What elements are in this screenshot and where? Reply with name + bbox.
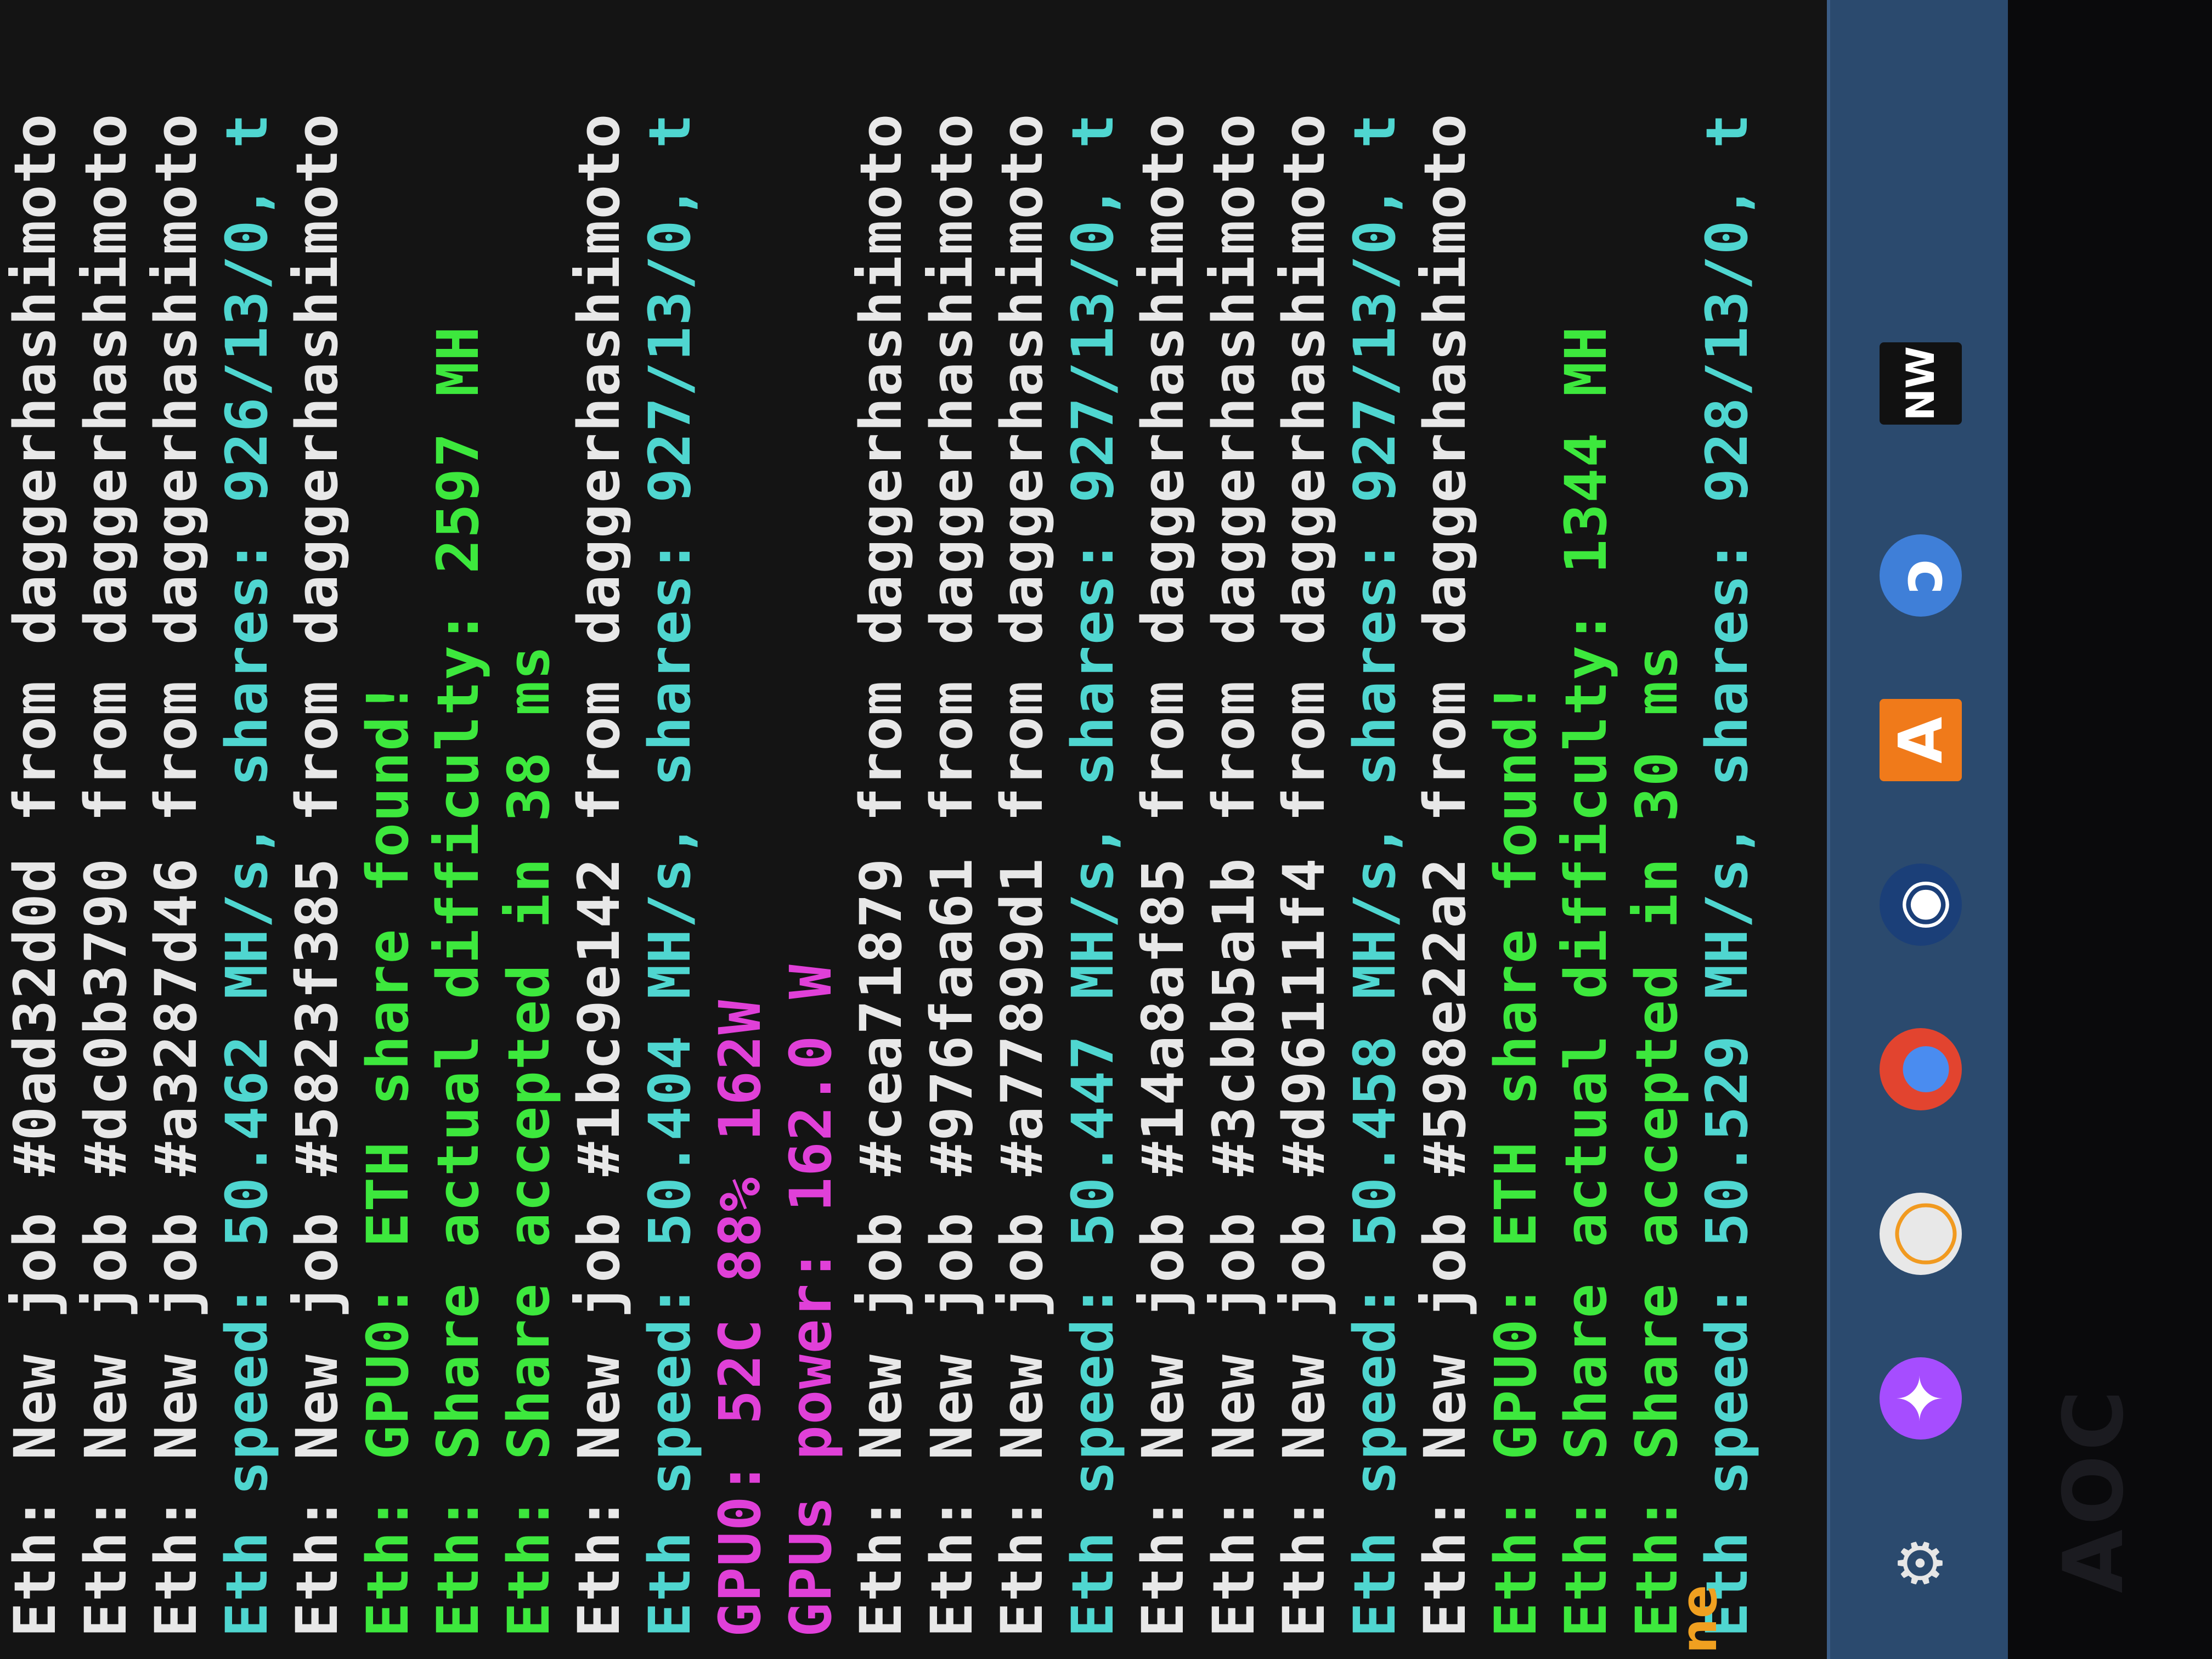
monitor-screen: Eth: New job #0ad32d0d from daggerhashim… [0, 0, 2212, 1659]
terminal-line: GPU0: 52C 88% 162W [707, 998, 774, 1637]
terminal-line: Eth: New job #a77899d1 from daggerhashim… [989, 112, 1056, 1637]
terminal-line: Eth: Share accepted in 30 ms [1623, 644, 1690, 1637]
terminal-line: Eth speed: 50.529 MH/s, shares: 928/13/0… [1694, 112, 1760, 1637]
nicehash-icon[interactable]: NW [1880, 342, 1962, 425]
steam-icon[interactable]: ◉ [1880, 864, 1962, 946]
terminal-line: GPUs power: 162.0 W [777, 963, 844, 1637]
terminal-line: Eth: New job #dc0b3790 from daggerhashim… [72, 112, 139, 1637]
side-window-fragment-text: ne [1671, 1584, 1728, 1654]
terminal-line: Eth speed: 50.462 MH/s, shares: 926/13/0… [213, 112, 280, 1637]
terminal-line: Eth: New job #14a8af85 from daggerhashim… [1130, 112, 1197, 1637]
terminal-line: Eth: GPU0: ETH share found! [354, 680, 421, 1637]
terminal-line: Eth speed: 50.404 MH/s, shares: 927/13/0… [636, 112, 703, 1637]
terminal-line: Eth: New job #5823f385 from daggerhashim… [284, 112, 351, 1637]
terminal-line: Eth: New job #0ad32d0d from daggerhashim… [2, 112, 69, 1637]
taskbar: ⚙ ✦ ◯ ● ◉ Aↄ NW [1827, 0, 2008, 1659]
terminal-line: Eth: New job #3cbb5a1b from daggerhashim… [1200, 112, 1267, 1637]
terminal-line: Eth: New job #1bc9e142 from daggerhashim… [566, 112, 633, 1637]
terminal-line: Eth speed: 50.458 MH/s, shares: 927/13/0… [1341, 112, 1408, 1637]
settings-gear-icon[interactable]: ⚙ [1880, 1522, 1962, 1604]
avast-icon[interactable]: A [1880, 699, 1962, 781]
terminal-line: Eth: GPU0: ETH share found! [1482, 680, 1549, 1637]
terminal-line: Eth: Share actual difficulty: 1344 MH [1553, 325, 1620, 1637]
terminal-line: Eth: Share accepted in 38 ms [495, 644, 562, 1637]
messenger-icon[interactable]: ✦ [1880, 1357, 1962, 1440]
terminal-line: Eth: New job #a3287d46 from daggerhashim… [143, 112, 210, 1637]
origin-icon[interactable]: ↄ [1880, 534, 1962, 617]
terminal-line: Eth: New job #d96111f4 from daggerhashim… [1271, 112, 1338, 1637]
terminal-line: Eth: New job #976faa61 from daggerhashim… [918, 112, 985, 1637]
terminal-window[interactable]: Eth: New job #0ad32d0d from daggerhashim… [0, 0, 1827, 1659]
terminal-line: Eth: Share actual difficulty: 2597 MH [425, 325, 492, 1637]
terminal-line: Eth speed: 50.447 MH/s, shares: 927/13/0… [1059, 112, 1126, 1637]
terminal-line: Eth: New job #cea71879 from daggerhashim… [848, 112, 915, 1637]
photo-stage: Eth: New job #0ad32d0d from daggerhashim… [0, 0, 2212, 1659]
chrome-icon[interactable]: ● [1880, 1028, 1962, 1110]
terminal-line: Eth: New job #598e22a2 from daggerhashim… [1412, 112, 1479, 1637]
monitor-bezel: AOC [2008, 0, 2212, 1659]
overwatch-icon[interactable]: ◯ [1880, 1193, 1962, 1275]
monitor-brand-logo: AOC [2046, 1386, 2142, 1593]
